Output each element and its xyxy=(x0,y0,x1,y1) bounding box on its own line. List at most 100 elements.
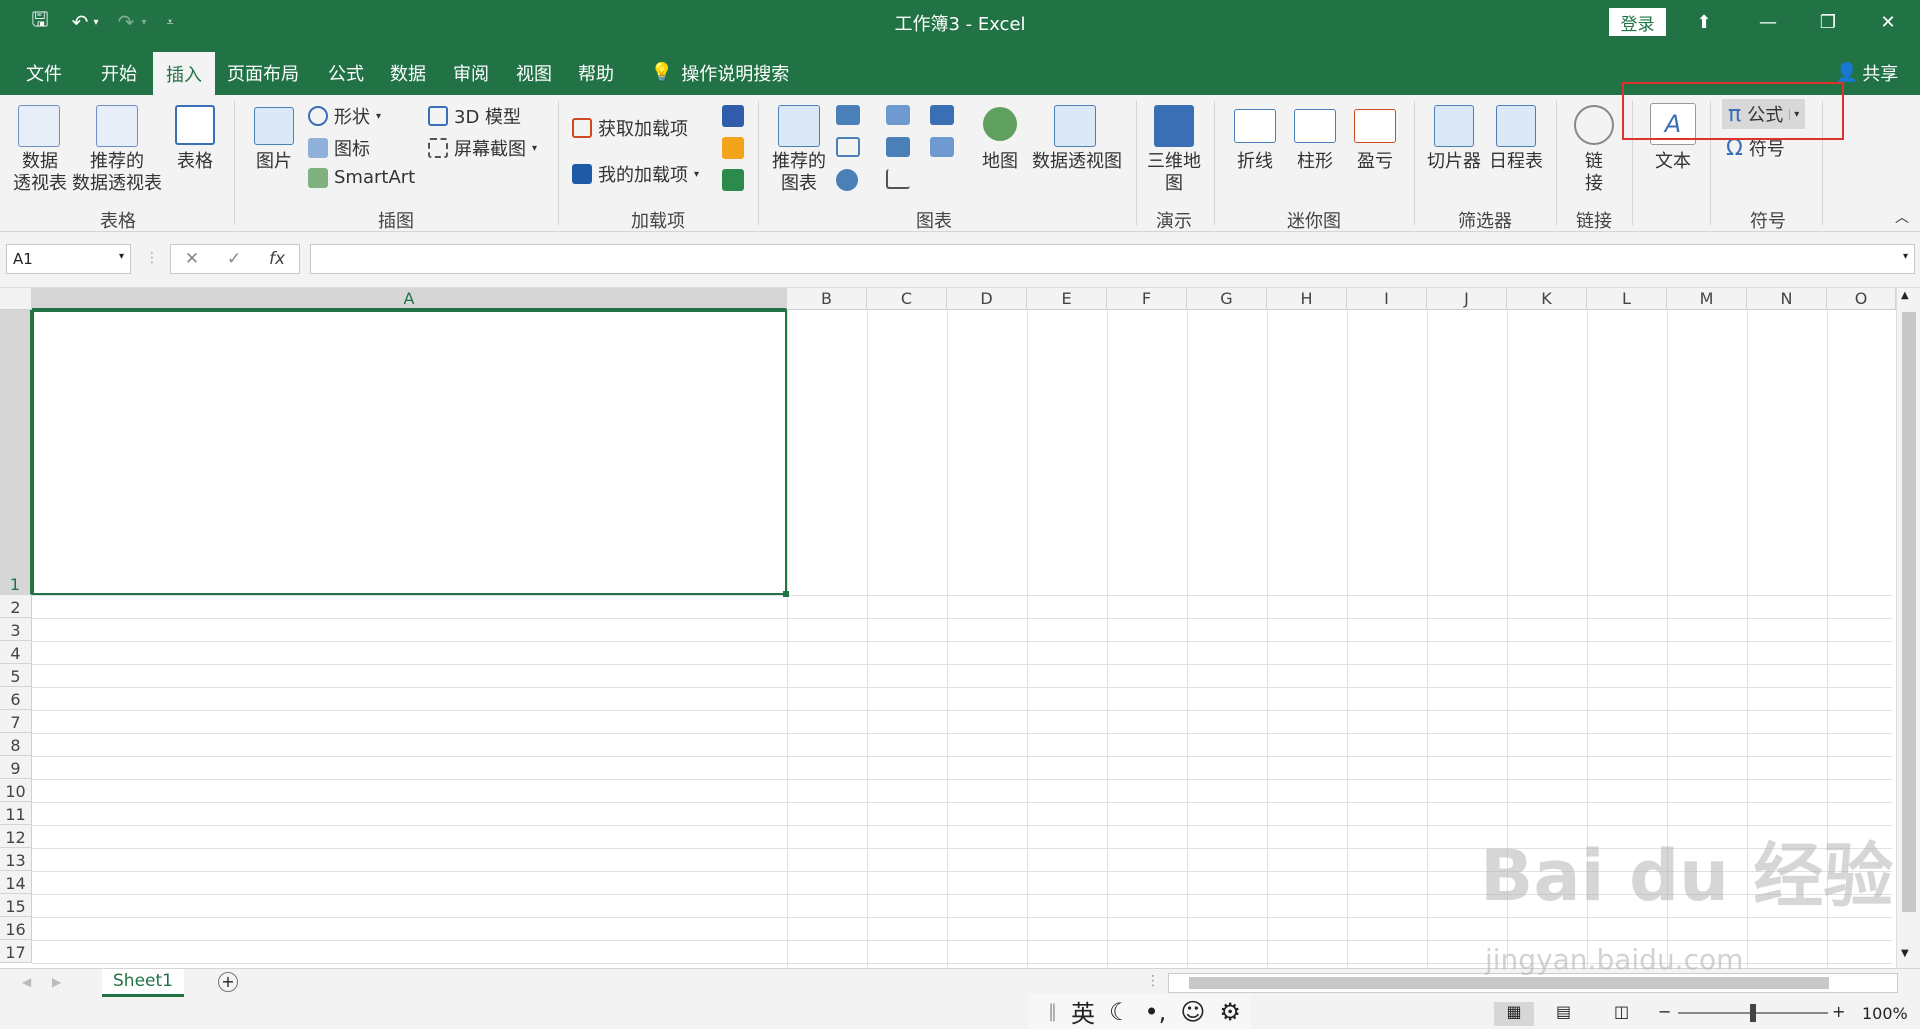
vertical-scrollbar[interactable]: ▲ ▼ xyxy=(1896,288,1920,968)
statistic-chart-icon[interactable] xyxy=(886,137,910,157)
row-header-6[interactable]: 6 xyxy=(0,687,32,710)
maps-button[interactable]: 地图 xyxy=(976,151,1024,173)
column-header-l[interactable]: L xyxy=(1587,288,1667,310)
tab-help[interactable]: 帮助 xyxy=(568,50,624,95)
selected-cell-a1[interactable] xyxy=(32,310,787,595)
sparkline-column-button[interactable]: 柱形 xyxy=(1290,151,1340,173)
sparkline-winloss-button[interactable]: 盈亏 xyxy=(1350,151,1400,173)
zoom-out-icon[interactable]: − xyxy=(1658,1002,1671,1021)
tab-formulas[interactable]: 公式 xyxy=(318,50,374,95)
ime-language[interactable]: 英 xyxy=(1071,994,1095,1029)
column-header-o[interactable]: O xyxy=(1827,288,1896,310)
zoom-level[interactable]: 100% xyxy=(1862,1004,1908,1023)
sheet-tab-sheet1[interactable]: Sheet1 xyxy=(102,969,184,997)
column-header-c[interactable]: C xyxy=(867,288,947,310)
collapse-ribbon-icon[interactable]: ︿ xyxy=(1892,207,1912,229)
row-header-15[interactable]: 15 xyxy=(0,894,32,917)
recommended-charts-button[interactable]: 推荐的 图表 xyxy=(768,151,830,195)
vertical-scroll-thumb[interactable] xyxy=(1902,312,1916,912)
moon-icon[interactable]: ☾ xyxy=(1109,998,1131,1026)
column-header-e[interactable]: E xyxy=(1027,288,1107,310)
row-header-11[interactable]: 11 xyxy=(0,802,32,825)
row-header-1[interactable]: 1 xyxy=(0,310,32,595)
zoom-slider-thumb[interactable] xyxy=(1750,1004,1756,1022)
column-header-f[interactable]: F xyxy=(1107,288,1187,310)
ribbon-display-icon[interactable]: ⬆ xyxy=(1676,0,1732,44)
emoji-icon[interactable]: ☺ xyxy=(1180,998,1205,1026)
row-header-14[interactable]: 14 xyxy=(0,871,32,894)
page-break-view-icon[interactable]: ◫ xyxy=(1614,1002,1629,1021)
cancel-icon[interactable]: ✕ xyxy=(185,249,199,269)
page-layout-view-icon[interactable]: ▤ xyxy=(1556,1002,1571,1021)
zoom-in-icon[interactable]: + xyxy=(1832,1002,1845,1021)
recommended-pivot-button[interactable]: 推荐的 数据透视表 xyxy=(70,151,164,195)
pivot-table-button[interactable]: 数据 透视表 xyxy=(10,151,70,195)
slicer-button[interactable]: 切片器 xyxy=(1424,151,1484,173)
row-header-12[interactable]: 12 xyxy=(0,825,32,848)
formula-input[interactable]: ▾ xyxy=(310,244,1915,274)
add-sheet-icon[interactable]: + xyxy=(218,972,238,992)
column-header-b[interactable]: B xyxy=(787,288,867,310)
3d-map-button[interactable]: 三维地 图 xyxy=(1140,151,1208,195)
row-header-5[interactable]: 5 xyxy=(0,664,32,687)
row-header-9[interactable]: 9 xyxy=(0,756,32,779)
column-header-j[interactable]: J xyxy=(1427,288,1507,310)
close-icon[interactable]: ✕ xyxy=(1860,0,1916,44)
fill-handle[interactable] xyxy=(783,591,789,597)
pivot-chart-button[interactable]: 数据透视图 xyxy=(1028,151,1126,173)
smartart-button[interactable]: SmartArt xyxy=(308,167,415,188)
column-header-a[interactable]: A xyxy=(32,288,787,310)
link-button[interactable]: 链 接 xyxy=(1576,151,1612,195)
scroll-up-icon[interactable]: ▲ xyxy=(1901,290,1909,301)
tab-home[interactable]: 开始 xyxy=(90,50,148,95)
people-graph-icon[interactable] xyxy=(722,169,744,191)
row-header-17[interactable]: 17 xyxy=(0,940,32,963)
combo-chart-icon[interactable] xyxy=(930,137,954,157)
row-header-8[interactable]: 8 xyxy=(0,733,32,756)
icons-button[interactable]: 图标 xyxy=(308,135,370,161)
bing-icon[interactable] xyxy=(722,137,744,159)
hierarchy-chart-icon[interactable] xyxy=(886,105,910,125)
select-all-corner[interactable] xyxy=(0,288,32,310)
scroll-down-icon[interactable]: ▼ xyxy=(1901,948,1909,959)
get-addins-button[interactable]: 获取加载项 xyxy=(572,115,688,141)
next-sheet-icon[interactable]: ▶ xyxy=(52,975,61,989)
pictures-button[interactable]: 图片 xyxy=(248,151,300,173)
prev-sheet-icon[interactable]: ◀ xyxy=(22,975,31,989)
column-header-n[interactable]: N xyxy=(1747,288,1827,310)
tab-file[interactable]: 文件 xyxy=(12,50,76,95)
waterfall-chart-icon[interactable] xyxy=(930,105,954,125)
column-chart-icon[interactable] xyxy=(836,105,860,125)
my-addins-button[interactable]: 我的加载项 ▾ xyxy=(572,161,699,187)
tab-page-layout[interactable]: 页面布局 xyxy=(222,50,304,95)
3d-model-button[interactable]: 3D 模型 xyxy=(428,103,521,129)
name-box[interactable]: A1 ▾ xyxy=(6,244,131,274)
tab-split-icon[interactable]: ⋮ xyxy=(1146,973,1160,989)
row-header-16[interactable]: 16 xyxy=(0,917,32,940)
tab-insert[interactable]: 插入 xyxy=(153,52,215,95)
enter-icon[interactable]: ✓ xyxy=(227,249,241,269)
pie-chart-icon[interactable] xyxy=(836,169,858,191)
minimize-icon[interactable]: — xyxy=(1740,0,1796,44)
horizontal-scroll-thumb[interactable] xyxy=(1189,977,1829,989)
row-header-13[interactable]: 13 xyxy=(0,848,32,871)
scatter-chart-icon[interactable] xyxy=(886,169,910,189)
insert-function-icon[interactable]: fx xyxy=(269,249,285,269)
login-button[interactable]: 登录 xyxy=(1609,8,1666,36)
text-button[interactable]: 文本 xyxy=(1646,151,1700,173)
normal-view-icon[interactable]: ▦ xyxy=(1494,1002,1534,1026)
row-header-2[interactable]: 2 xyxy=(0,595,32,618)
punctuation-icon[interactable]: •, xyxy=(1145,998,1167,1026)
row-header-7[interactable]: 7 xyxy=(0,710,32,733)
tell-me-search[interactable]: 💡 操作说明搜索 xyxy=(640,50,800,95)
settings-icon[interactable]: ⚙ xyxy=(1219,998,1241,1026)
tab-view[interactable]: 视图 xyxy=(506,50,562,95)
column-header-g[interactable]: G xyxy=(1187,288,1267,310)
screenshot-button[interactable]: 屏幕截图 ▾ xyxy=(428,135,537,161)
row-header-3[interactable]: 3 xyxy=(0,618,32,641)
row-header-4[interactable]: 4 xyxy=(0,641,32,664)
restore-icon[interactable]: ❐ xyxy=(1800,0,1856,44)
tab-review[interactable]: 审阅 xyxy=(443,50,499,95)
column-header-d[interactable]: D xyxy=(947,288,1027,310)
horizontal-scrollbar[interactable] xyxy=(1168,973,1898,993)
